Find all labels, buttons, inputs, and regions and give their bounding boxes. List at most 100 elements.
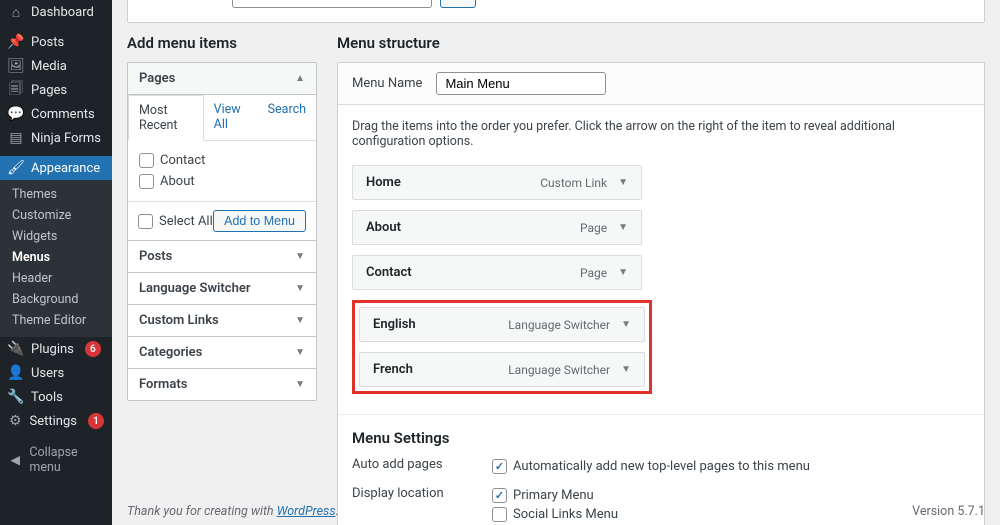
dashboard-icon: ⌂	[8, 4, 24, 20]
sidebar-item-label: Pages	[31, 83, 67, 98]
accordion-title: Language Switcher	[139, 281, 251, 296]
select-all-label: Select All	[159, 214, 213, 229]
menu-name-label: Menu Name	[352, 76, 422, 91]
menu-name-row: Menu Name	[338, 63, 984, 105]
menu-item-contact[interactable]: Contact Page ▼	[352, 255, 642, 290]
menu-item-about[interactable]: About Page ▼	[352, 210, 642, 245]
menu-item-french[interactable]: French Language Switcher ▼	[359, 352, 645, 387]
accordion-title: Custom Links	[139, 313, 219, 328]
sidebar-item-settings[interactable]: ⚙ Settings 1	[0, 409, 112, 433]
sidebar-item-media[interactable]: 🖼 Media	[0, 54, 112, 78]
wordpress-link[interactable]: WordPress	[277, 504, 336, 519]
chevron-down-icon: ▼	[295, 283, 305, 294]
sidebar-item-pages[interactable]: 🗐 Pages	[0, 78, 112, 102]
accordion-pages-body: Most Recent View All Search Contact Abou…	[128, 94, 316, 240]
auto-add-option[interactable]: Automatically add new top-level pages to…	[492, 457, 810, 476]
auto-add-label: Auto add pages	[352, 457, 482, 472]
main-content: Add menu items Pages ▲ Most Recent View …	[112, 0, 1000, 525]
menu-item-type: Custom Link	[540, 176, 607, 190]
admin-footer: Thank you for creating with WordPress. V…	[127, 504, 985, 519]
accordion-title: Formats	[139, 377, 187, 392]
footer-thanks-prefix: Thank you for creating with	[127, 504, 277, 519]
brush-icon: 🖌	[8, 160, 24, 176]
tab-view-all[interactable]: View All	[204, 95, 258, 140]
collapse-label: Collapse menu	[29, 445, 104, 475]
page-option-label: About	[160, 174, 195, 189]
select-all-pages[interactable]: Select All	[138, 211, 213, 232]
sidebar-item-label: Ninja Forms	[31, 131, 101, 146]
menu-item-title: French	[373, 362, 413, 377]
auto-add-pages-row: Auto add pages Automatically add new top…	[338, 447, 984, 476]
chevron-down-icon[interactable]: ▼	[615, 177, 631, 188]
page-option-about[interactable]: About	[139, 171, 305, 192]
accordion-title: Posts	[139, 249, 172, 264]
footer-version: Version 5.7.1	[912, 504, 985, 519]
pages-tabs: Most Recent View All Search	[128, 95, 316, 141]
menu-item-type: Language Switcher	[508, 318, 610, 332]
sidebar-item-users[interactable]: 👤 Users	[0, 361, 112, 385]
highlighted-language-items: English Language Switcher ▼ French	[352, 300, 652, 394]
chevron-down-icon[interactable]: ▼	[615, 267, 631, 278]
plugin-icon: 🔌	[8, 341, 24, 357]
page-option-label: Contact	[160, 153, 205, 168]
sidebar-item-dashboard[interactable]: ⌂ Dashboard	[0, 0, 112, 24]
sidebar-item-appearance[interactable]: 🖌 Appearance	[0, 156, 112, 180]
add-to-menu-button[interactable]: Add to Menu	[213, 210, 306, 232]
checkbox-icon[interactable]	[139, 153, 154, 168]
chevron-down-icon[interactable]: ▼	[618, 364, 634, 375]
menu-structure-box: Menu Name Drag the items into the order …	[337, 62, 985, 525]
submenu-background[interactable]: Background	[0, 289, 112, 310]
checkbox-icon[interactable]	[139, 174, 154, 189]
chevron-down-icon: ▼	[295, 315, 305, 326]
media-icon: 🖼	[8, 58, 24, 74]
accordion-posts-header[interactable]: Posts ▼	[128, 240, 316, 272]
checkbox-checked-icon[interactable]	[492, 459, 507, 474]
chevron-down-icon: ▼	[295, 251, 305, 262]
sidebar-item-label: Media	[31, 59, 67, 74]
sidebar-item-ninja-forms[interactable]: ▤ Ninja Forms	[0, 126, 112, 150]
chevron-down-icon[interactable]: ▼	[618, 319, 634, 330]
collapse-icon: ◀	[8, 452, 22, 468]
pin-icon: 📌	[8, 34, 24, 50]
comment-icon: 💬	[8, 106, 24, 122]
sidebar-item-label: Posts	[31, 35, 64, 50]
submenu-menus[interactable]: Menus	[0, 247, 112, 268]
menu-item-home[interactable]: Home Custom Link ▼	[352, 165, 642, 200]
plugins-update-badge: 6	[85, 341, 101, 357]
sidebar-item-label: Tools	[31, 390, 63, 405]
checkbox-checked-icon[interactable]	[492, 488, 507, 503]
auto-add-option-label: Automatically add new top-level pages to…	[513, 459, 810, 474]
sidebar-item-comments[interactable]: 💬 Comments	[0, 102, 112, 126]
accordion-custom-links-header[interactable]: Custom Links ▼	[128, 304, 316, 336]
menu-settings-heading: Menu Settings	[338, 414, 984, 447]
menu-item-english[interactable]: English Language Switcher ▼	[359, 307, 645, 342]
page-option-contact[interactable]: Contact	[139, 150, 305, 171]
accordion-title: Pages	[139, 71, 175, 86]
menu-name-input[interactable]	[436, 72, 606, 95]
location-primary-option[interactable]: Primary Menu	[492, 486, 618, 505]
chevron-down-icon[interactable]: ▼	[615, 222, 631, 233]
tab-search[interactable]: Search	[258, 95, 316, 140]
display-location-label: Display location	[352, 486, 482, 501]
sidebar-item-tools[interactable]: 🔧 Tools	[0, 385, 112, 409]
submenu-customize[interactable]: Customize	[0, 205, 112, 226]
checkbox-icon[interactable]	[138, 214, 153, 229]
sidebar-item-plugins[interactable]: 🔌 Plugins 6	[0, 337, 112, 361]
menu-instructions: Drag the items into the order you prefer…	[338, 105, 984, 153]
sidebar-item-posts[interactable]: 📌 Posts	[0, 30, 112, 54]
submenu-theme-editor[interactable]: Theme Editor	[0, 310, 112, 331]
tab-most-recent[interactable]: Most Recent	[128, 95, 204, 141]
add-menu-items-heading: Add menu items	[127, 34, 317, 52]
submenu-themes[interactable]: Themes	[0, 184, 112, 205]
accordion-pages-header[interactable]: Pages ▲	[128, 63, 316, 94]
sidebar-item-label: Appearance	[31, 161, 100, 176]
settings-notice-badge: 1	[88, 413, 104, 429]
accordion-language-switcher-header[interactable]: Language Switcher ▼	[128, 272, 316, 304]
submenu-widgets[interactable]: Widgets	[0, 226, 112, 247]
page-icon: 🗐	[8, 82, 24, 98]
accordion-formats-header[interactable]: Formats ▼	[128, 368, 316, 400]
collapse-menu[interactable]: ◀ Collapse menu	[0, 439, 112, 481]
accordion-categories-header[interactable]: Categories ▼	[128, 336, 316, 368]
gear-icon: ⚙	[8, 413, 23, 429]
submenu-header[interactable]: Header	[0, 268, 112, 289]
